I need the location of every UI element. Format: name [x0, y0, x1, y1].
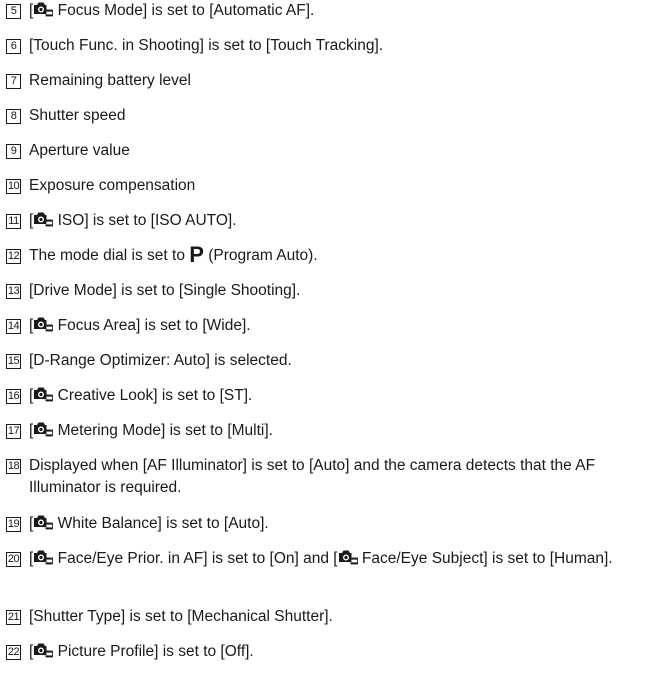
- item-text-segment: Shutter speed: [29, 107, 126, 124]
- item-text-segment: [Shutter Type] is set to [Mechanical Shu…: [29, 608, 333, 625]
- item-text-segment: Metering Mode] is set to [Multi].: [53, 422, 273, 439]
- item-text: [ Focus Area] is set to [Wide].: [29, 315, 634, 337]
- item-text: [ Focus Mode] is set to [Automatic AF].: [29, 0, 634, 22]
- item-number-badge: 21: [6, 610, 21, 625]
- item-text-segment: Creative Look] is set to [ST].: [53, 387, 253, 404]
- item-text-segment: ISO] is set to [ISO AUTO].: [53, 212, 237, 229]
- item-number-badge: 19: [6, 517, 21, 532]
- item-text-segment: [Touch Func. in Shooting] is set to [Tou…: [29, 37, 384, 54]
- item-text: [ Creative Look] is set to [ST].: [29, 385, 634, 407]
- item-text: Displayed when [AF Illuminator] is set t…: [29, 455, 634, 499]
- item-number-badge: 10: [6, 179, 21, 194]
- program-auto-p-icon: P: [189, 242, 204, 267]
- item-text: [Touch Func. in Shooting] is set to [Tou…: [29, 35, 634, 57]
- item-text-segment: Face/Eye Subject] is set to [Human].: [357, 550, 613, 567]
- item-number-badge: 12: [6, 249, 21, 264]
- item-text: The mode dial is set to P (Program Auto)…: [29, 242, 634, 267]
- item-number-badge: 15: [6, 354, 21, 369]
- item-number-badge: 16: [6, 389, 21, 404]
- camera-still-movie-icon: [33, 387, 54, 404]
- item-text-segment: Focus Mode] is set to [Automatic AF].: [53, 2, 315, 19]
- item-number-badge: 11: [6, 214, 21, 229]
- item-text: [ ISO] is set to [ISO AUTO].: [29, 210, 634, 232]
- item-number-badge: 9: [6, 144, 21, 159]
- item-text: Remaining battery level: [29, 70, 634, 92]
- item-number-badge: 22: [6, 645, 21, 660]
- item-text-segment: Face/Eye Prior. in AF] is set to [On] an…: [53, 550, 338, 567]
- item-number-badge: 5: [6, 4, 21, 19]
- camera-still-movie-icon: [33, 317, 54, 334]
- item-text-segment: Aperture value: [29, 142, 130, 159]
- item-text-segment: The mode dial is set to: [29, 247, 190, 264]
- item-number-badge: 20: [6, 552, 21, 567]
- camera-still-movie-icon: [33, 212, 54, 229]
- item-text: [Shutter Type] is set to [Mechanical Shu…: [29, 606, 634, 628]
- item-text: Shutter speed: [29, 105, 634, 127]
- item-text-segment: [Drive Mode] is set to [Single Shooting]…: [29, 282, 301, 299]
- camera-still-movie-icon: [33, 643, 54, 660]
- item-text: Exposure compensation: [29, 175, 634, 197]
- item-number-badge: 13: [6, 284, 21, 299]
- camera-still-movie-icon: [33, 422, 54, 439]
- camera-still-movie-icon: [338, 550, 358, 567]
- item-number-badge: 18: [6, 459, 21, 474]
- item-number-badge: 8: [6, 109, 21, 124]
- item-number-badge: 14: [6, 319, 21, 334]
- item-text: Aperture value: [29, 140, 634, 162]
- item-text-segment: (Program Auto).: [203, 247, 318, 264]
- item-text-segment: Displayed when [AF Illuminator] is set t…: [29, 457, 596, 496]
- item-text: [ Metering Mode] is set to [Multi].: [29, 420, 634, 442]
- item-text-segment: Exposure compensation: [29, 177, 196, 194]
- item-text: [Drive Mode] is set to [Single Shooting]…: [29, 280, 634, 302]
- camera-still-movie-icon: [33, 550, 54, 567]
- item-text-segment: Focus Area] is set to [Wide].: [53, 317, 251, 334]
- item-number-badge: 6: [6, 39, 21, 54]
- camera-still-movie-icon: [33, 2, 54, 19]
- item-text: [D-Range Optimizer: Auto] is selected.: [29, 350, 634, 372]
- camera-still-movie-icon: [33, 515, 54, 532]
- item-text-segment: Picture Profile] is set to [Off].: [53, 643, 254, 660]
- item-text-segment: Remaining battery level: [29, 72, 191, 89]
- item-number-badge: 7: [6, 74, 21, 89]
- item-text: [ Face/Eye Prior. in AF] is set to [On] …: [29, 548, 634, 570]
- item-number-badge: 17: [6, 424, 21, 439]
- item-text-segment: [D-Range Optimizer: Auto] is selected.: [29, 352, 292, 369]
- item-text: [ Picture Profile] is set to [Off].: [29, 641, 634, 663]
- item-text: [ White Balance] is set to [Auto].: [29, 513, 634, 535]
- item-text-segment: White Balance] is set to [Auto].: [53, 515, 269, 532]
